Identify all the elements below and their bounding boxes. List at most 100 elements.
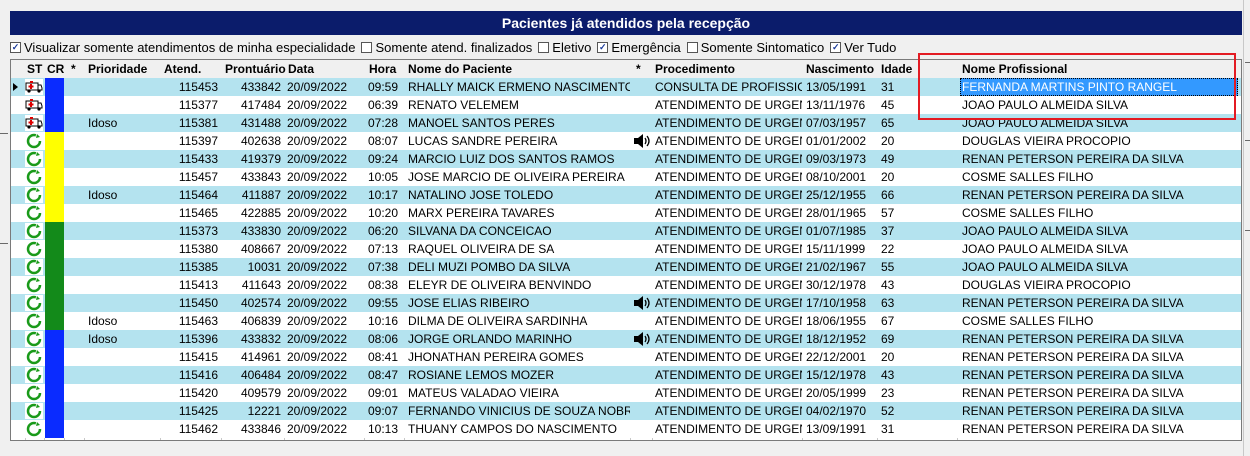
cell-atend: 115415	[178, 350, 218, 364]
cell-hora: 07:38	[368, 260, 399, 274]
cell-hora: 09:55	[368, 296, 399, 310]
checkbox-checked-icon[interactable]: ✓	[597, 41, 609, 53]
cell-atend: 115381	[178, 116, 218, 130]
ambulance-icon	[25, 115, 43, 131]
cell-nome: NATALINO JOSE TOLEDO	[408, 188, 554, 202]
checkbox-checked-icon[interactable]: ✓	[10, 41, 21, 53]
cell-profissional: RENAN PETERSON PEREIRA DA SILVA	[962, 422, 1184, 436]
refresh-icon	[25, 133, 43, 149]
speaker-icon[interactable]	[632, 132, 652, 150]
cell-prontuario: 433842	[240, 80, 281, 94]
filter-label: Emergência	[611, 39, 681, 55]
cell-nascimento: 17/10/1958	[806, 296, 867, 310]
table-row[interactable]: 115465 422885 20/09/2022 10:20 MARX PEREIRA …	[11, 204, 1241, 222]
table-row[interactable]: Idoso 115396 433832 20/09/2022 08:06 JORGE OR…	[11, 330, 1241, 348]
filter-checkbox-2[interactable]: Eletivo	[538, 40, 591, 55]
risk-color-blue	[45, 330, 64, 348]
speaker-icon[interactable]	[632, 330, 652, 348]
cell-profissional: RENAN PETERSON PEREIRA DA SILVA	[962, 188, 1184, 202]
col-procedimento[interactable]: Procedimento	[653, 60, 803, 78]
cell-idade: 66	[881, 188, 895, 202]
refresh-icon	[25, 277, 43, 293]
col-st[interactable]: ST	[25, 60, 45, 78]
table-row[interactable]: 115425 12221 20/09/2022 09:07 FERNANDO VINIC…	[11, 402, 1241, 420]
checkbox-unchecked-icon[interactable]	[538, 41, 550, 53]
cell-atend: 115397	[178, 134, 218, 148]
cell-profissional: COSME SALLES FILHO	[962, 314, 1094, 328]
cell-atend: 115385	[178, 260, 218, 274]
cell-atend: 115420	[178, 386, 218, 400]
table-row[interactable]: 115373 433830 20/09/2022 06:20 SILVANA DA CO…	[11, 222, 1241, 240]
table-row[interactable]: 115416 406484 20/09/2022 08:47 ROSIANE LEMOS…	[11, 366, 1241, 384]
cell-nascimento: 30/12/1978	[806, 278, 867, 292]
cell-idade: 23	[881, 386, 895, 400]
filter-checkbox-4[interactable]: Somente Sintomatico	[686, 40, 824, 55]
table-row[interactable]: 115385 10031 20/09/2022 07:38 DELI MUZI POMB…	[11, 258, 1241, 276]
cell-data: 20/09/2022	[287, 332, 348, 346]
cell-hora: 09:24	[368, 152, 399, 166]
checkbox-unchecked-icon[interactable]	[361, 41, 373, 53]
table-row[interactable]: 115397 402638 20/09/2022 08:07 LUCAS SANDRE …	[11, 132, 1241, 150]
cell-profissional: JOAO PAULO ALMEIDA SILVA	[962, 260, 1129, 274]
cell-nome: DELI MUZI POMBO DA SILVA	[408, 260, 571, 274]
filter-checkbox-0[interactable]: ✓ Visualizar somente atendimentos de minh…	[10, 40, 355, 55]
cell-data: 20/09/2022	[287, 242, 348, 256]
col-hora[interactable]: Hora	[367, 60, 405, 78]
table-row[interactable]: Idoso 115464 411887 20/09/2022 10:17 NATALINO…	[11, 186, 1241, 204]
cell-prontuario: 406839	[240, 314, 281, 328]
col-nome-paciente[interactable]: Nome do Paciente	[406, 60, 626, 78]
cell-nascimento: 15/11/1999	[806, 242, 866, 256]
cell-prioridade	[86, 168, 160, 186]
filter-checkbox-5[interactable]: ✓ Ver Tudo	[830, 40, 896, 55]
table-row[interactable]: 115415 414961 20/09/2022 08:41 JHONATHAN PER…	[11, 348, 1241, 366]
cell-prontuario: 433832	[240, 332, 281, 346]
cell-prontuario: 10031	[247, 260, 281, 274]
table-row[interactable]: 115462 433846 20/09/2022 10:13 THUANY CAMPOS…	[11, 420, 1241, 438]
col-prontuario[interactable]: Prontuário	[223, 60, 289, 78]
panel-title: Pacientes já atendidos pela recepção	[10, 11, 1242, 35]
cell-atend: 115416	[178, 368, 218, 382]
cell-data: 20/09/2022	[287, 296, 348, 310]
cell-procedimento: ATENDIMENTO DE URGENCIA	[655, 98, 802, 112]
col-star[interactable]: *	[69, 60, 83, 78]
cell-idade: 43	[881, 368, 895, 382]
checkbox-unchecked-icon[interactable]	[686, 41, 698, 53]
risk-color-blue	[45, 348, 64, 366]
filter-checkbox-1[interactable]: Somente atend. finalizados	[361, 40, 532, 55]
col-nascimento[interactable]: Nascimento	[804, 60, 880, 78]
table-row[interactable]: 115413 411643 20/09/2022 08:38 ELEYR DE OLIV…	[11, 276, 1241, 294]
checkbox-checked-icon[interactable]: ✓	[830, 41, 842, 53]
cell-prioridade: Idoso	[88, 332, 118, 346]
filter-checkbox-3[interactable]: ✓ Emergência	[597, 39, 681, 55]
table-row[interactable]: 115450 402574 20/09/2022 09:55 JOSE ELIAS RI…	[11, 294, 1241, 312]
cell-data: 20/09/2022	[287, 116, 348, 130]
cell-procedimento: ATENDIMENTO DE URGENCIA	[655, 170, 802, 184]
cell-atend: 115433	[178, 152, 218, 166]
cell-data: 20/09/2022	[287, 278, 348, 292]
table-row[interactable]: 115420 409579 20/09/2022 09:01 MATEUS VALADA…	[11, 384, 1241, 402]
col-star-2[interactable]: *	[634, 60, 652, 78]
table-row[interactable]: 115380 408667 20/09/2022 07:13 RAQUEL OLIVEI…	[11, 240, 1241, 258]
col-data[interactable]: Data	[286, 60, 366, 78]
cell-nome: THUANY CAMPOS DO NASCIMENTO	[408, 422, 617, 436]
cell-prioridade: Idoso	[88, 188, 118, 202]
table-row[interactable]: 115457 433843 20/09/2022 10:05 JOSE MARCIO D…	[11, 168, 1241, 186]
cell-procedimento: CONSULTA DE PROFISSIONAL	[655, 80, 802, 94]
table-row[interactable]: Idoso 115463 406839 20/09/2022 10:16 DILMA DE…	[11, 312, 1241, 330]
col-atend[interactable]: Atend.	[162, 60, 222, 78]
cell-nome: JOSE MARCIO DE OLIVEIRA PEREIRA	[408, 170, 625, 184]
col-prioridade[interactable]: Prioridade	[86, 60, 164, 78]
refresh-icon	[25, 403, 43, 419]
col-cr[interactable]: CR	[45, 60, 65, 78]
cell-profissional: RENAN PETERSON PEREIRA DA SILVA	[962, 152, 1184, 166]
cell-hora: 08:07	[368, 134, 399, 148]
cell-prontuario: 422885	[240, 206, 281, 220]
cell-hora: 10:13	[368, 422, 399, 436]
cell-hora: 07:13	[368, 242, 399, 256]
cell-nascimento: 18/06/1955	[806, 314, 867, 328]
speaker-icon[interactable]	[632, 294, 652, 312]
cell-data: 20/09/2022	[287, 98, 348, 112]
table-row[interactable]: 115433 419379 20/09/2022 09:24 MARCIO LUIZ D…	[11, 150, 1241, 168]
risk-color-green	[45, 276, 64, 294]
cell-nome: MARX PEREIRA TAVARES	[408, 206, 555, 220]
